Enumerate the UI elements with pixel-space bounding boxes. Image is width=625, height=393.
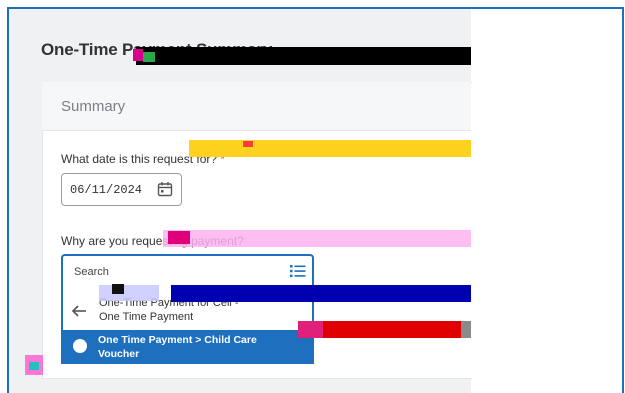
redaction-artifact: [243, 141, 253, 147]
section-title: Summary: [61, 98, 126, 115]
redaction-bar: [163, 230, 471, 247]
redaction-artifact: [143, 52, 155, 62]
redaction-artifact: [112, 284, 124, 294]
list-icon[interactable]: [290, 264, 306, 278]
back-label-line2: One Time Payment: [99, 311, 194, 323]
search-input[interactable]: Search: [74, 266, 109, 278]
radio-icon[interactable]: [73, 339, 87, 353]
calendar-icon[interactable]: [157, 181, 173, 197]
redaction-artifact: [133, 49, 143, 61]
option-label: One Time Payment > Child Care Voucher: [98, 334, 257, 360]
redaction-artifact: [461, 321, 471, 338]
redaction-artifact: [99, 285, 159, 301]
redaction-bar: [189, 140, 471, 157]
redaction-bar: [136, 47, 471, 65]
date-input[interactable]: 06/11/2024: [61, 173, 182, 206]
dropdown-option[interactable]: One Time Payment > Child Care Voucher: [63, 330, 312, 364]
date-value: 06/11/2024: [70, 183, 143, 197]
redaction-bar: [299, 321, 461, 338]
arrow-left-icon[interactable]: [71, 304, 87, 318]
reason-dropdown[interactable]: Search One-Time Payment for Cell - One T…: [61, 254, 314, 364]
redaction-artifact: [168, 231, 190, 244]
redaction-artifact: [298, 321, 323, 338]
redaction-bar: [171, 285, 471, 302]
search-row[interactable]: Search: [63, 256, 312, 288]
redaction-artifact: [29, 362, 39, 370]
